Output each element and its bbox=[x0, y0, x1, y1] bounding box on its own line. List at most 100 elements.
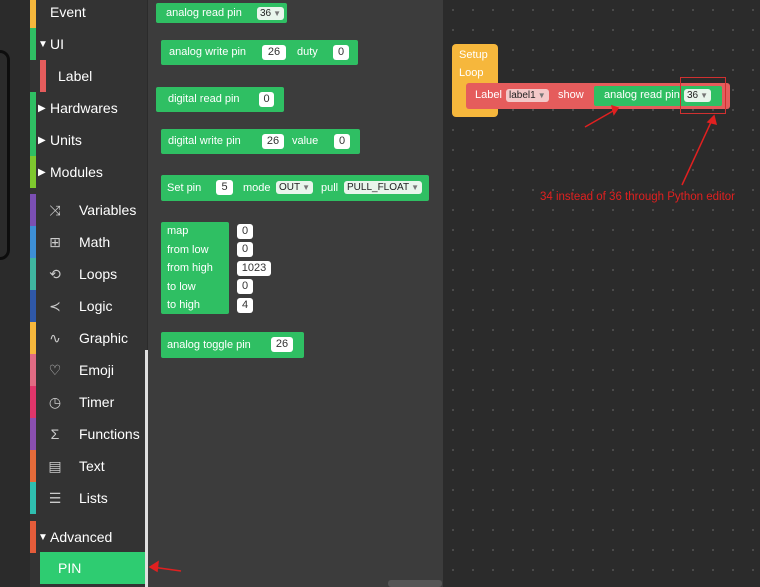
logic-icon: ≺ bbox=[49, 298, 61, 314]
sidebar-item-label: Advanced bbox=[50, 529, 113, 545]
graphic-icon: ∿ bbox=[49, 330, 61, 346]
text-icon: ▤ bbox=[48, 458, 62, 474]
pin-value-field[interactable]: 26 bbox=[271, 337, 293, 352]
map-label: map bbox=[167, 225, 189, 237]
sigma-icon: Σ bbox=[50, 426, 60, 442]
to-low-field[interactable]: 0 bbox=[237, 279, 253, 294]
pin-value-field[interactable]: 5 bbox=[216, 180, 233, 195]
value-label: value bbox=[292, 135, 319, 147]
category-color-bar bbox=[30, 418, 36, 450]
from-low-field[interactable]: 0 bbox=[237, 242, 253, 257]
category-sidebar: Event ▼ UI Label ▶ Hardwares ▶ Units ▶ M… bbox=[30, 0, 147, 587]
duty-label: duty bbox=[297, 46, 318, 58]
sidebar-item-hardwares[interactable]: ▶ Hardwares bbox=[30, 92, 147, 124]
map-value-field[interactable]: 0 bbox=[237, 224, 253, 239]
sidebar-item-label-category[interactable]: Label bbox=[30, 60, 147, 92]
calculator-icon: ⊞ bbox=[49, 234, 61, 250]
sidebar-item-label: Lists bbox=[79, 490, 108, 506]
show-label: show bbox=[558, 89, 584, 101]
expand-triangle-icon: ▼ bbox=[38, 531, 48, 543]
block-label: analog toggle pin bbox=[167, 339, 251, 351]
sidebar-item-logic[interactable]: ≺ Logic bbox=[30, 290, 147, 322]
analog-toggle-block[interactable]: analog toggle pin 26 bbox=[161, 332, 304, 358]
pull-dropdown[interactable]: PULL_FLOAT ▼ bbox=[344, 181, 422, 194]
sidebar-item-lists[interactable]: ☰ Lists bbox=[30, 482, 147, 514]
pin-value-field[interactable]: 0 bbox=[259, 92, 274, 107]
pin-value-field[interactable]: 26 bbox=[262, 45, 286, 60]
sidebar-item-timer[interactable]: ◷ Timer bbox=[30, 386, 147, 418]
block-label: analog write pin bbox=[169, 46, 247, 58]
sidebar-item-label: Hardwares bbox=[50, 100, 118, 116]
category-color-bar bbox=[40, 60, 46, 92]
from-high-field[interactable]: 1023 bbox=[237, 261, 271, 276]
pin-value-field[interactable]: 26 bbox=[262, 134, 284, 149]
analog-write-block[interactable]: analog write pin 26 duty 0 bbox=[161, 40, 358, 65]
pin-dropdown[interactable]: 36 ▼ bbox=[257, 7, 285, 20]
category-color-bar bbox=[30, 386, 36, 418]
sidebar-item-emoji[interactable]: ♡ Emoji bbox=[30, 354, 147, 386]
dropdown-value: PULL_FLOAT bbox=[347, 182, 410, 193]
category-color-bar bbox=[30, 124, 36, 156]
device-frame bbox=[0, 50, 10, 260]
analog-read-block[interactable]: analog read pin 36 ▼ bbox=[156, 3, 287, 23]
block-label: digital write pin bbox=[168, 135, 241, 147]
list-icon: ☰ bbox=[48, 490, 62, 506]
block-flyout: analog read pin 36 ▼ analog write pin 26 … bbox=[148, 0, 443, 587]
mode-dropdown[interactable]: OUT ▼ bbox=[276, 181, 314, 194]
sidebar-item-label: Text bbox=[79, 458, 105, 474]
annotation-text: 34 instead of 36 through Python editor bbox=[540, 191, 736, 203]
sidebar-item-loops[interactable]: ⟲ Loops bbox=[30, 258, 147, 290]
collapse-triangle-icon: ▶ bbox=[38, 134, 46, 146]
sidebar-item-label: Math bbox=[79, 234, 111, 250]
setup-label: Setup bbox=[459, 49, 488, 61]
block-label: analog read pin bbox=[166, 7, 242, 19]
sidebar-item-modules[interactable]: ▶ Modules bbox=[30, 156, 147, 188]
sidebar-item-label: Event bbox=[50, 4, 86, 20]
map-block[interactable]: map from low from high to low to high bbox=[161, 222, 229, 314]
dropdown-arrow-icon: ▼ bbox=[411, 183, 419, 192]
sidebar-item-label: Loops bbox=[79, 266, 118, 282]
block-label: digital read pin bbox=[168, 93, 240, 105]
sidebar-item-advanced[interactable]: ▼ Advanced bbox=[30, 521, 147, 553]
category-color-bar bbox=[30, 290, 36, 322]
sidebar-item-variables[interactable]: ⤨ Variables bbox=[30, 194, 147, 226]
block-label: Label bbox=[475, 89, 502, 101]
expand-triangle-icon: ▼ bbox=[38, 38, 48, 50]
category-color-bar bbox=[30, 92, 36, 124]
sidebar-item-functions[interactable]: Σ Functions bbox=[30, 418, 147, 450]
pull-label: pull bbox=[321, 182, 339, 194]
sidebar-item-label: Functions bbox=[79, 426, 140, 442]
sidebar-item-math[interactable]: ⊞ Math bbox=[30, 226, 147, 258]
sidebar-item-label: Label bbox=[58, 68, 93, 84]
category-color-bar bbox=[30, 194, 36, 226]
sidebar-item-label: Units bbox=[50, 132, 82, 148]
sidebar-item-label: Emoji bbox=[79, 362, 115, 378]
sidebar-item-pin[interactable]: PIN bbox=[40, 552, 147, 584]
collapse-triangle-icon: ▶ bbox=[38, 102, 46, 114]
loop-icon: ⟲ bbox=[49, 266, 61, 282]
duty-value-field[interactable]: 0 bbox=[333, 45, 349, 60]
sidebar-item-event[interactable]: Event bbox=[30, 0, 147, 28]
set-pin-block[interactable]: Set pin 5 mode OUT ▼ pull PULL_FLOAT ▼ bbox=[161, 175, 429, 201]
digital-write-block[interactable]: digital write pin 26 value 0 bbox=[161, 129, 360, 154]
clock-icon: ◷ bbox=[48, 394, 62, 410]
to-high-field[interactable]: 4 bbox=[237, 298, 253, 313]
highlight-box bbox=[680, 77, 726, 114]
loop-label: Loop bbox=[459, 67, 484, 79]
sidebar-item-graphic[interactable]: ∿ Graphic bbox=[30, 322, 147, 354]
to-low-label: to low bbox=[167, 281, 196, 293]
sidebar-item-ui[interactable]: ▼ UI bbox=[30, 28, 147, 60]
category-color-bar bbox=[30, 0, 36, 28]
flyout-horizontal-scrollbar[interactable] bbox=[388, 580, 442, 587]
label-name-dropdown[interactable]: label1 ▼ bbox=[506, 89, 549, 102]
digital-read-block[interactable]: digital read pin 0 bbox=[156, 87, 284, 112]
value-field[interactable]: 0 bbox=[334, 134, 350, 149]
sidebar-item-label: Logic bbox=[79, 298, 113, 314]
sidebar-item-label: UI bbox=[50, 36, 64, 52]
heart-icon: ♡ bbox=[48, 362, 62, 378]
category-color-bar bbox=[30, 156, 36, 188]
left-strip bbox=[0, 0, 30, 587]
from-high-label: from high bbox=[167, 262, 213, 274]
sidebar-item-units[interactable]: ▶ Units bbox=[30, 124, 147, 156]
sidebar-item-text[interactable]: ▤ Text bbox=[30, 450, 147, 482]
